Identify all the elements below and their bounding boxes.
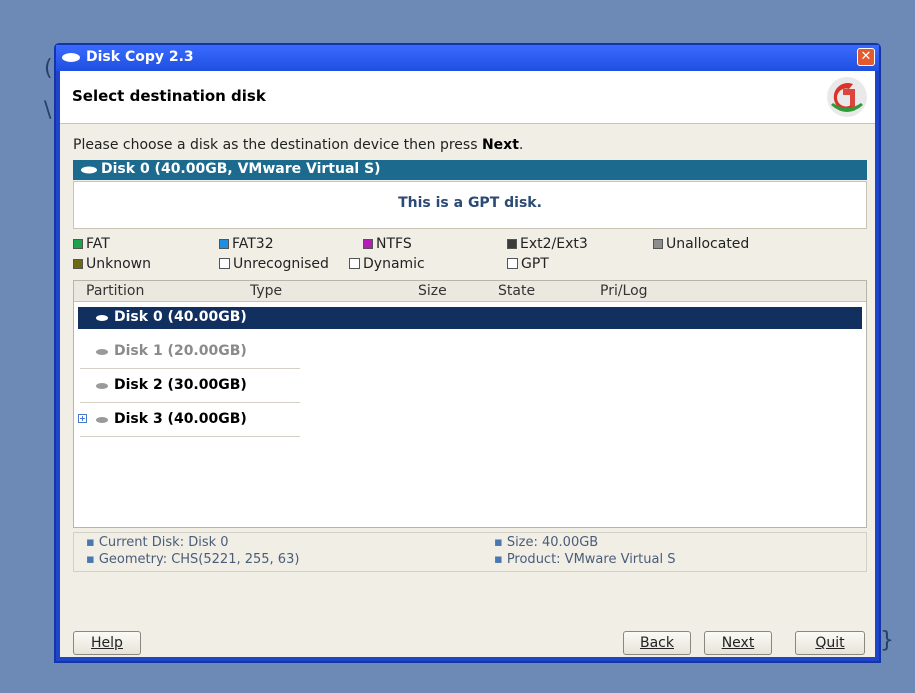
legend-swatch <box>363 239 373 249</box>
expand-icon[interactable] <box>78 414 87 423</box>
row-label: Disk 1 (20.00GB) <box>114 343 247 359</box>
desktop-fragment: \ <box>44 98 52 123</box>
help-button[interactable]: Help <box>73 631 141 655</box>
disk-info-panel: ▪ Current Disk: Disk 0 ▪ Geometry: CHS(522… <box>73 532 867 572</box>
legend-item-unknown: Unknown <box>73 256 151 272</box>
column-state[interactable]: State <box>498 283 535 299</box>
legend-item-gpt: GPT <box>507 256 549 272</box>
column-type[interactable]: Type <box>250 283 282 299</box>
info-product-text: Product: VMware Virtual S <box>506 552 676 567</box>
row-divider <box>80 368 300 369</box>
close-button[interactable]: ✕ <box>857 48 875 66</box>
bullet-icon: ▪ <box>86 552 95 567</box>
disk-copy-dialog: Disk Copy 2.3 ✕ Select destination disk … <box>54 43 881 663</box>
info-geometry: ▪ Geometry: CHS(5221, 255, 63) <box>86 552 299 567</box>
legend-label: Unallocated <box>666 236 750 252</box>
legend: FAT FAT32 NTFS Ext2/Ext3 Unallocated Unk… <box>73 234 867 276</box>
row-divider <box>80 402 300 403</box>
legend-label: Unrecognised <box>233 256 329 272</box>
window-title: Disk Copy 2.3 <box>86 49 194 65</box>
info-current-disk: ▪ Current Disk: Disk 0 <box>86 535 229 550</box>
legend-swatch <box>73 239 83 249</box>
legend-label: NTFS <box>376 236 412 252</box>
disk-map-panel: This is a GPT disk. <box>73 181 867 229</box>
desktop-fragment: ( <box>44 56 53 81</box>
legend-swatch <box>219 239 229 249</box>
legend-checkbox <box>507 258 518 269</box>
legend-label: FAT32 <box>232 236 274 252</box>
info-product: ▪ Product: VMware Virtual S <box>494 552 675 567</box>
table-header: Partition Type Size State Pri/Log <box>74 281 866 302</box>
column-pri-log[interactable]: Pri/Log <box>600 283 648 299</box>
next-button[interactable]: Next <box>704 631 772 655</box>
quit-button[interactable]: Quit <box>795 631 865 655</box>
row-label: Disk 0 (40.00GB) <box>114 309 247 325</box>
legend-swatch <box>73 259 83 269</box>
info-current-disk-text: Current Disk: Disk 0 <box>98 535 229 550</box>
app-logo-icon <box>827 77 867 117</box>
legend-checkbox <box>219 258 230 269</box>
info-size: ▪ Size: 40.00GB <box>494 535 598 550</box>
legend-label: Dynamic <box>363 256 425 272</box>
selected-disk-label: Disk 0 (40.00GB, VMware Virtual S) <box>101 161 381 177</box>
selected-disk-bar: Disk 0 (40.00GB, VMware Virtual S) <box>73 160 867 180</box>
table-row[interactable]: Disk 2 (30.00GB) <box>78 375 862 403</box>
disk-icon <box>96 315 108 321</box>
legend-label: Ext2/Ext3 <box>520 236 588 252</box>
page-title: Select destination disk <box>72 87 266 105</box>
wizard-header: Select destination disk <box>60 71 875 124</box>
legend-item-unrecognised: Unrecognised <box>219 256 329 272</box>
gpt-message: This is a GPT disk. <box>398 195 542 211</box>
back-button[interactable]: Back <box>623 631 691 655</box>
row-label: Disk 2 (30.00GB) <box>114 377 247 393</box>
legend-item-unallocated: Unallocated <box>653 236 749 252</box>
legend-swatch <box>653 239 663 249</box>
row-label: Disk 3 (40.00GB) <box>114 411 247 427</box>
bullet-icon: ▪ <box>494 552 503 567</box>
legend-checkbox <box>349 258 360 269</box>
instruction-emphasis: Next <box>481 137 519 153</box>
legend-item-fat: FAT <box>73 236 110 252</box>
column-size[interactable]: Size <box>418 283 447 299</box>
legend-label: Unknown <box>86 256 151 272</box>
disk-icon <box>96 417 108 423</box>
disk-icon <box>96 383 108 389</box>
table-row[interactable]: Disk 1 (20.00GB) <box>78 341 862 369</box>
legend-item-dynamic: Dynamic <box>349 256 425 272</box>
disk-icon <box>81 166 97 174</box>
row-divider <box>80 436 300 437</box>
table-row[interactable]: Disk 3 (40.00GB) <box>78 409 862 437</box>
disk-icon <box>96 349 108 355</box>
legend-label: GPT <box>521 256 549 272</box>
desktop-fragment: } <box>880 628 894 653</box>
legend-item-fat32: FAT32 <box>219 236 274 252</box>
legend-item-ntfs: NTFS <box>363 236 412 252</box>
legend-item-ext: Ext2/Ext3 <box>507 236 588 252</box>
info-geometry-text: Geometry: CHS(5221, 255, 63) <box>98 552 300 567</box>
partition-table[interactable]: Partition Type Size State Pri/Log Disk 0… <box>73 280 867 528</box>
info-size-text: Size: 40.00GB <box>506 535 599 550</box>
table-row[interactable]: Disk 0 (40.00GB) <box>78 307 862 329</box>
instruction-text: Please choose a disk as the destination … <box>73 137 523 153</box>
bullet-icon: ▪ <box>86 535 95 550</box>
legend-label: FAT <box>86 236 110 252</box>
column-partition[interactable]: Partition <box>86 283 144 299</box>
dialog-client-area: Select destination disk Please choose a … <box>60 71 875 657</box>
title-bar[interactable]: Disk Copy 2.3 ✕ <box>56 45 879 71</box>
instruction-prefix: Please choose a disk as the destination … <box>73 137 482 153</box>
app-icon <box>62 53 80 62</box>
bullet-icon: ▪ <box>494 535 503 550</box>
instruction-suffix: . <box>518 137 524 153</box>
legend-swatch <box>507 239 517 249</box>
